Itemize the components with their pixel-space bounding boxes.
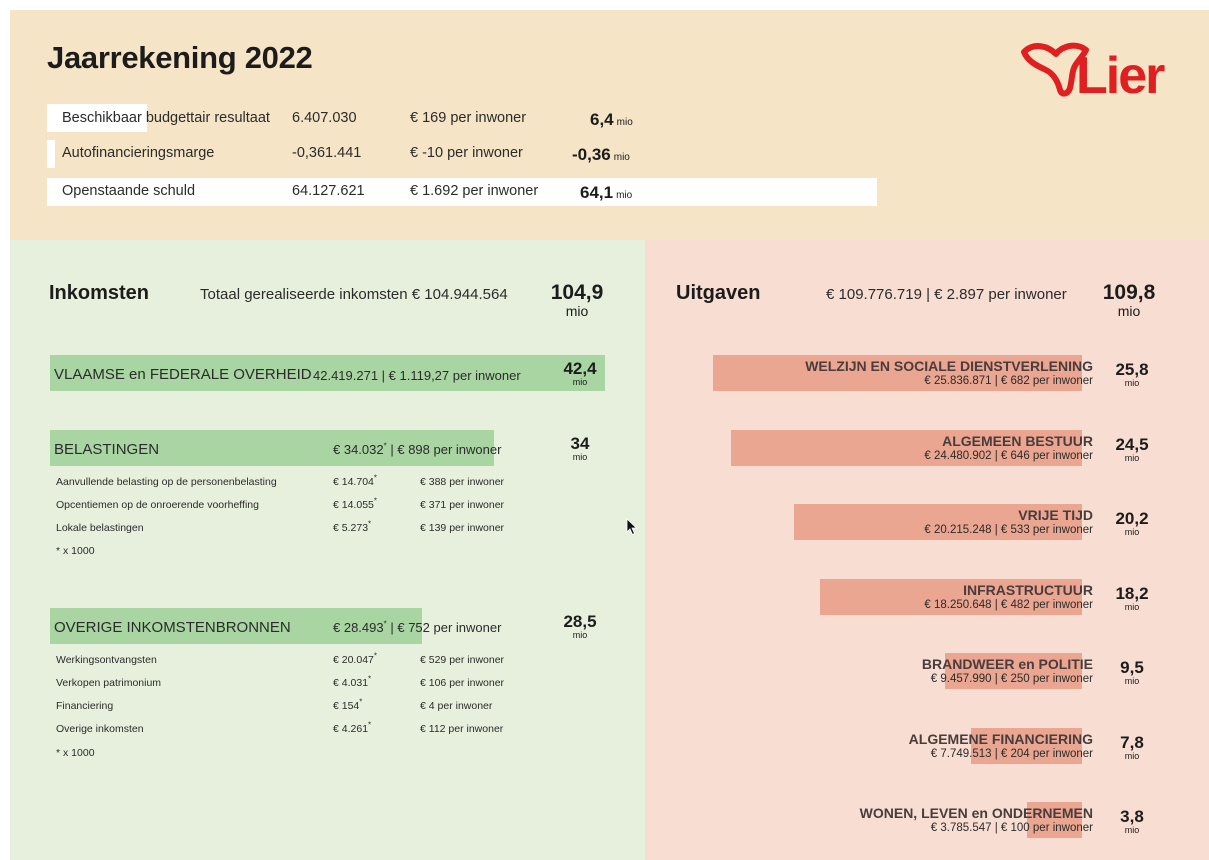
expense-category-name: ALGEMENE FINANCIERING (908, 731, 1093, 747)
income-category-taxes: BELASTINGEN (54, 441, 160, 458)
page-title: Jaarrekening 2022 (47, 40, 313, 75)
expense-category-detail: € 7.749.513 | € 204 per inwoner (930, 748, 1093, 760)
other-row-amount: € 154* (333, 697, 363, 712)
kpi-bar-autofinancing (47, 140, 55, 168)
other-row-amount: € 4.031* (333, 674, 372, 689)
other-row-label: Overige inkomsten (56, 723, 144, 735)
expense-category-big: 20,2 mio (1115, 509, 1149, 537)
income-total: 104,9 mio (550, 281, 604, 319)
expense-category-big: 3,8 mio (1120, 807, 1144, 835)
tax-footnote: * x 1000 (56, 545, 95, 557)
kpi-amount-budget-result: 6.407.030 (292, 110, 357, 126)
kpi-label-budget-result: Beschikbaar budgettair resultaat (62, 110, 270, 126)
other-row-label: Verkopen patrimonium (56, 677, 162, 689)
other-row-per-inwoner: € 4 per inwoner (420, 700, 493, 712)
other-row-amount: € 20.047* (333, 651, 377, 666)
income-panel (10, 240, 645, 860)
expense-category-name: ALGEMEEN BESTUUR (942, 433, 1093, 449)
expense-total: 109,8 mio (1102, 281, 1156, 319)
expense-category-detail: € 24.480.902 | € 646 per inwoner (924, 450, 1093, 462)
kpi-amount-autofinancing: -0,361.441 (292, 145, 362, 161)
kpi-big-outstanding-debt: 64,1 mio (580, 183, 633, 202)
expense-category-name: INFRASTRUCTUUR (963, 582, 1093, 598)
other-row-per-inwoner: € 529 per inwoner (420, 654, 505, 666)
kpi-amount-outstanding-debt: 64.127.621 (292, 183, 365, 199)
expense-category-detail: € 9.457.990 | € 250 per inwoner (930, 673, 1093, 685)
expense-title: Uitgaven (676, 282, 761, 304)
expense-category-big: 7,8 mio (1120, 733, 1144, 761)
income-category-other-sources: OVERIGE INKOMSTENBRONNEN (54, 619, 291, 636)
tax-row-label: Opcentiemen op de onroerende voorheffing (56, 499, 259, 511)
expense-category-name: VRIJE TIJD (1018, 507, 1093, 523)
expense-category-big: 9,5 mio (1120, 658, 1144, 686)
expense-category-detail: € 18.250.648 | € 482 per inwoner (924, 599, 1093, 611)
income-subtitle: Totaal gerealiseerde inkomsten € 104.944… (200, 286, 508, 303)
tax-row-amount: € 5.273* (333, 519, 372, 534)
income-amount-other-sources: € 28.493* | € 752 per inwoner (333, 619, 502, 635)
other-row-amount: € 4.261* (333, 720, 372, 735)
tax-row-label: Lokale belastingen (56, 522, 144, 534)
income-big-other-sources: 28,5 mio (563, 612, 597, 640)
other-footnote: * x 1000 (56, 747, 95, 759)
header-panel: Jaarrekening 2022 Beschikbaar budgettair… (10, 10, 1209, 240)
tax-row-label: Aanvullende belasting op de personenbela… (56, 476, 277, 488)
expense-category-name: WONEN, LEVEN en ONDERNEMEN (859, 805, 1093, 821)
tax-row-per-inwoner: € 388 per inwoner (420, 476, 505, 488)
annual-report-infographic: Jaarrekening 2022 Beschikbaar budgettair… (10, 10, 1209, 860)
kpi-per-inwoner-outstanding-debt: € 1.692 per inwoner (410, 183, 539, 199)
income-category-government: VLAAMSE en FEDERALE OVERHEID (54, 366, 312, 383)
tax-row-amount: € 14.704* (333, 473, 377, 488)
kpi-big-budget-result: 6,4 mio (590, 110, 633, 129)
expense-category-big: 18,2 mio (1115, 584, 1149, 612)
tax-row-per-inwoner: € 371 per inwoner (420, 499, 505, 511)
expense-category-big: 25,8 mio (1115, 360, 1149, 388)
tax-row-per-inwoner: € 139 per inwoner (420, 522, 505, 534)
income-title: Inkomsten (49, 282, 150, 304)
expense-category-big: 24,5 mio (1115, 435, 1149, 463)
expense-category-detail: € 3.785.547 | € 100 per inwoner (930, 822, 1093, 834)
income-big-government: 42,4 mio (563, 359, 597, 387)
expense-category-detail: € 20.215.248 | € 533 per inwoner (924, 524, 1093, 536)
expense-panel (645, 240, 1209, 860)
income-amount-taxes: € 34.032* | € 898 per inwoner (333, 441, 502, 457)
other-row-label: Financiering (56, 700, 114, 712)
expense-category-name: BRANDWEER en POLITIE (921, 656, 1093, 672)
kpi-label-autofinancing: Autofinancieringsmarge (62, 145, 215, 161)
other-row-per-inwoner: € 112 per inwoner (420, 723, 504, 735)
income-big-taxes: 34 mio (570, 434, 590, 462)
kpi-label-outstanding-debt: Openstaande schuld (62, 183, 196, 199)
expense-category-name: WELZIJN EN SOCIALE DIENSTVERLENING (805, 358, 1093, 374)
logo-text: Lier (1076, 47, 1165, 105)
other-row-per-inwoner: € 106 per inwoner (420, 677, 505, 689)
mouse-pointer-icon (626, 518, 638, 536)
kpi-per-inwoner-budget-result: € 169 per inwoner (410, 110, 527, 126)
income-detail-government: 42.419.271 | € 1.119,27 per inwoner (313, 368, 521, 383)
kpi-big-autofinancing: -0,36 mio (572, 145, 630, 164)
kpi-per-inwoner-autofinancing: € -10 per inwoner (410, 145, 523, 161)
other-row-label: Werkingsontvangsten (56, 654, 157, 666)
tax-row-amount: € 14.055* (333, 496, 377, 511)
expense-subtitle: € 109.776.719 | € 2.897 per inwoner (826, 286, 1067, 303)
expense-category-detail: € 25.836.871 | € 682 per inwoner (924, 375, 1093, 387)
